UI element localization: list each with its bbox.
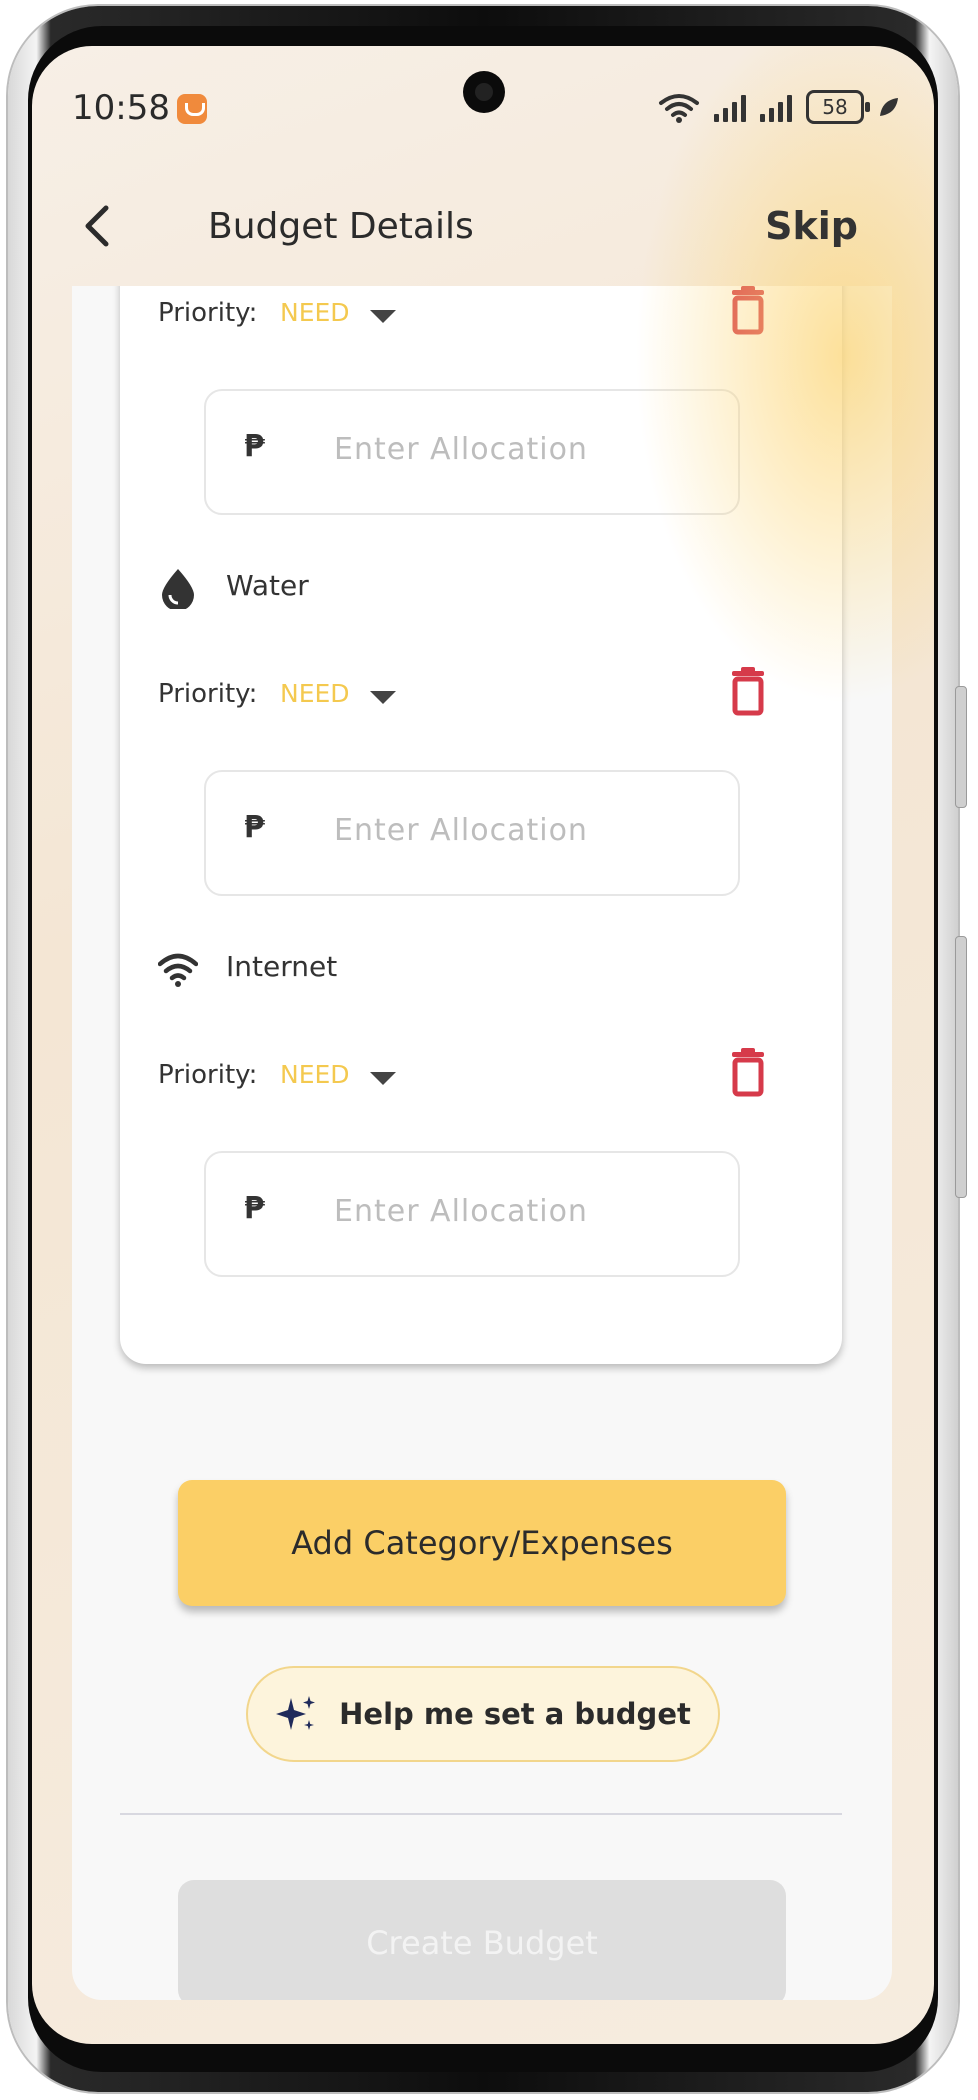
create-budget-label: Create Budget	[366, 1924, 598, 1962]
app-header: Budget Details Skip	[32, 156, 934, 286]
main-content: Priority: NEED ₱ Water	[72, 286, 892, 2000]
delete-icon[interactable]	[728, 286, 768, 336]
peso-icon: ₱	[244, 1191, 265, 1226]
water-drop-icon	[162, 569, 194, 609]
priority-label: Priority:	[158, 298, 258, 328]
front-camera	[463, 71, 505, 113]
back-arrow-icon[interactable]	[78, 204, 122, 248]
status-time: 10:58	[72, 88, 170, 128]
priority-row: Priority: NEED	[158, 286, 798, 346]
skip-button[interactable]: Skip	[765, 204, 858, 248]
app-notification-icon	[177, 94, 207, 124]
help-budget-label: Help me set a budget	[339, 1697, 691, 1731]
screen: 10:58 58 Budget Details Skip Priority: N…	[32, 46, 934, 2044]
priority-value[interactable]: NEED	[280, 1060, 350, 1089]
priority-row: Priority: NEED	[158, 667, 798, 727]
category-internet: Internet	[158, 938, 558, 998]
allocation-field[interactable]: ₱	[204, 389, 740, 515]
chevron-down-icon[interactable]	[370, 1072, 396, 1085]
battery-icon: 58	[806, 90, 870, 124]
leaf-icon	[880, 98, 898, 116]
categories-card: Priority: NEED ₱ Water	[120, 286, 842, 1364]
wifi-icon	[158, 953, 198, 987]
priority-value[interactable]: NEED	[280, 298, 350, 327]
page-title: Budget Details	[208, 206, 474, 247]
add-category-button[interactable]: Add Category/Expenses	[178, 1480, 786, 1606]
volume-button	[955, 686, 967, 808]
category-name: Internet	[226, 950, 338, 983]
chevron-down-icon[interactable]	[370, 310, 396, 323]
peso-icon: ₱	[244, 429, 265, 464]
status-icons: 58	[658, 90, 900, 124]
allocation-field[interactable]: ₱	[204, 1151, 740, 1277]
allocation-input[interactable]	[332, 431, 716, 468]
status-bar: 10:58 58	[32, 46, 934, 156]
category-water: Water	[158, 557, 558, 617]
peso-icon: ₱	[244, 810, 265, 845]
allocation-input[interactable]	[332, 1193, 716, 1230]
priority-row: Priority: NEED	[158, 1048, 798, 1108]
priority-label: Priority:	[158, 679, 258, 709]
help-budget-button[interactable]: Help me set a budget	[246, 1666, 720, 1762]
create-budget-button[interactable]: Create Budget	[178, 1880, 786, 2000]
category-name: Water	[226, 569, 309, 602]
wifi-status-icon	[659, 94, 699, 123]
delete-icon[interactable]	[728, 1048, 768, 1098]
add-category-label: Add Category/Expenses	[291, 1524, 673, 1562]
chevron-down-icon[interactable]	[370, 691, 396, 704]
signal-icon	[714, 92, 746, 122]
allocation-input[interactable]	[332, 812, 716, 849]
priority-value[interactable]: NEED	[280, 679, 350, 708]
priority-label: Priority:	[158, 1060, 258, 1090]
allocation-field[interactable]: ₱	[204, 770, 740, 896]
signal-icon-2	[760, 92, 792, 122]
divider	[120, 1813, 842, 1815]
power-button	[955, 936, 967, 1198]
delete-icon[interactable]	[728, 667, 768, 717]
sparkle-icon	[276, 1696, 316, 1730]
